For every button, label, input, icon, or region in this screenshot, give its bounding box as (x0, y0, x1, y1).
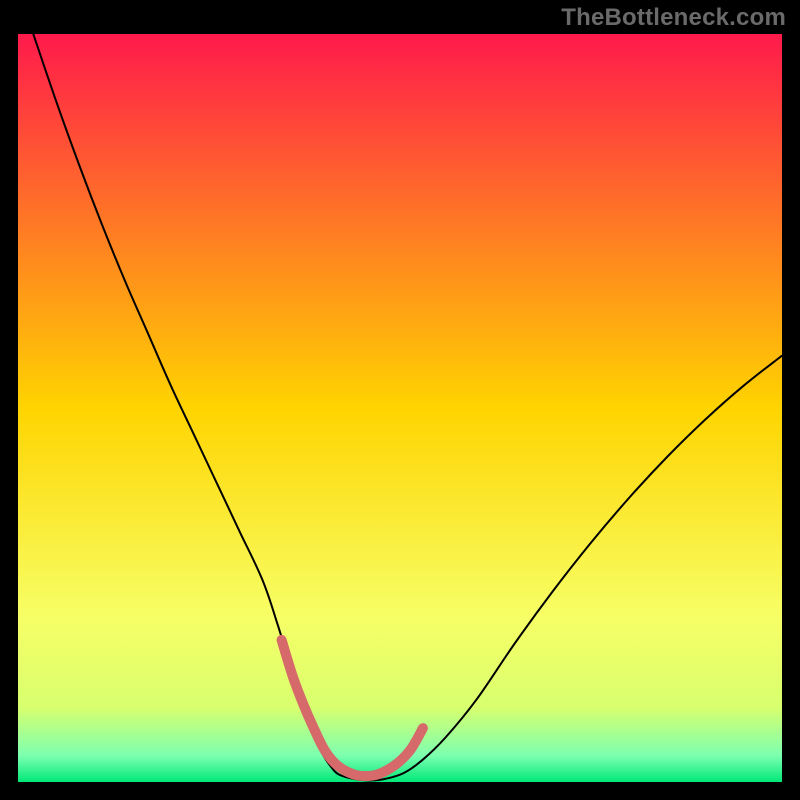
watermark-text: TheBottleneck.com (561, 4, 786, 32)
bottleneck-chart (18, 34, 782, 782)
gradient-background (18, 34, 782, 782)
chart-stage: TheBottleneck.com (0, 0, 800, 800)
plot-area (18, 34, 782, 782)
